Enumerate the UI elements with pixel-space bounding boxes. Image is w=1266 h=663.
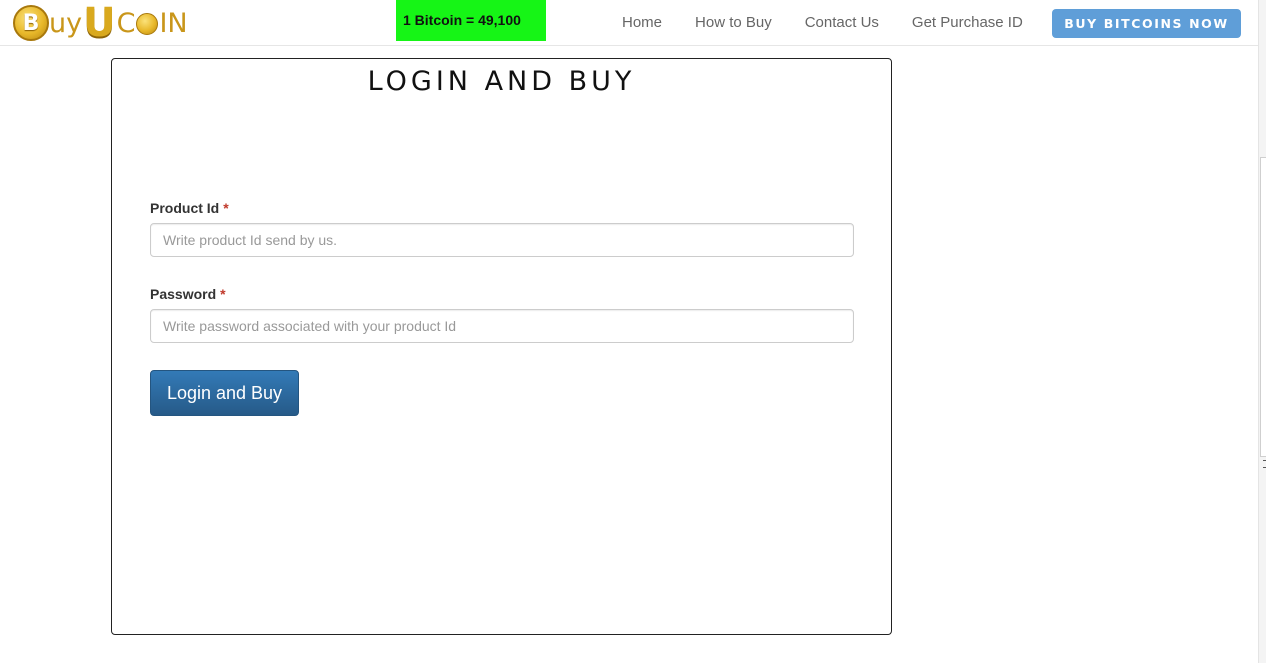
logo-text-after: IN: [159, 7, 188, 39]
nav-how-to-buy[interactable]: How to Buy: [695, 14, 772, 31]
logo-text-before: uy: [49, 7, 83, 39]
login-panel: LOGIN AND BUY Product Id* Password* Logi…: [111, 58, 892, 635]
product-id-required-mark: *: [223, 200, 229, 216]
buyucoin-logo[interactable]: B uy U C IN: [13, 3, 188, 43]
password-label-text: Password: [150, 286, 217, 302]
logo-wordmark: uy U C IN: [49, 3, 188, 43]
scrollbar-thumb[interactable]: [1260, 157, 1266, 468]
product-id-input[interactable]: [150, 223, 854, 257]
product-id-label-text: Product Id: [150, 200, 220, 216]
vertical-scrollbar[interactable]: [1258, 0, 1266, 663]
product-id-label: Product Id *: [150, 200, 229, 216]
main-nav: Home How to Buy Contact Us Get Purchase …: [622, 14, 1056, 31]
nav-contact-us[interactable]: Contact Us: [805, 14, 879, 31]
logo-text-c: C: [116, 7, 136, 39]
buy-bitcoins-now-button[interactable]: BUY BITCOINS NOW: [1052, 9, 1241, 38]
nav-home[interactable]: Home: [622, 14, 662, 31]
bitcoin-logo-icon: B: [13, 5, 49, 41]
nav-get-purchase-id[interactable]: Get Purchase ID: [912, 14, 1023, 31]
password-input[interactable]: [150, 309, 854, 343]
logo-u-glyph: U: [83, 0, 116, 46]
page: B uy U C IN 1 Bitcoin = 49,100 Home How …: [0, 0, 1266, 663]
bitcoin-price-badge: 1 Bitcoin = 49,100: [396, 0, 546, 41]
password-required-mark: *: [220, 286, 226, 302]
site-header: B uy U C IN 1 Bitcoin = 49,100 Home How …: [0, 0, 1258, 46]
login-and-buy-button[interactable]: Login and Buy: [150, 370, 299, 416]
logo-coin-o-icon: [136, 13, 159, 35]
panel-title: LOGIN AND BUY: [367, 66, 636, 97]
password-label: Password *: [150, 286, 226, 302]
